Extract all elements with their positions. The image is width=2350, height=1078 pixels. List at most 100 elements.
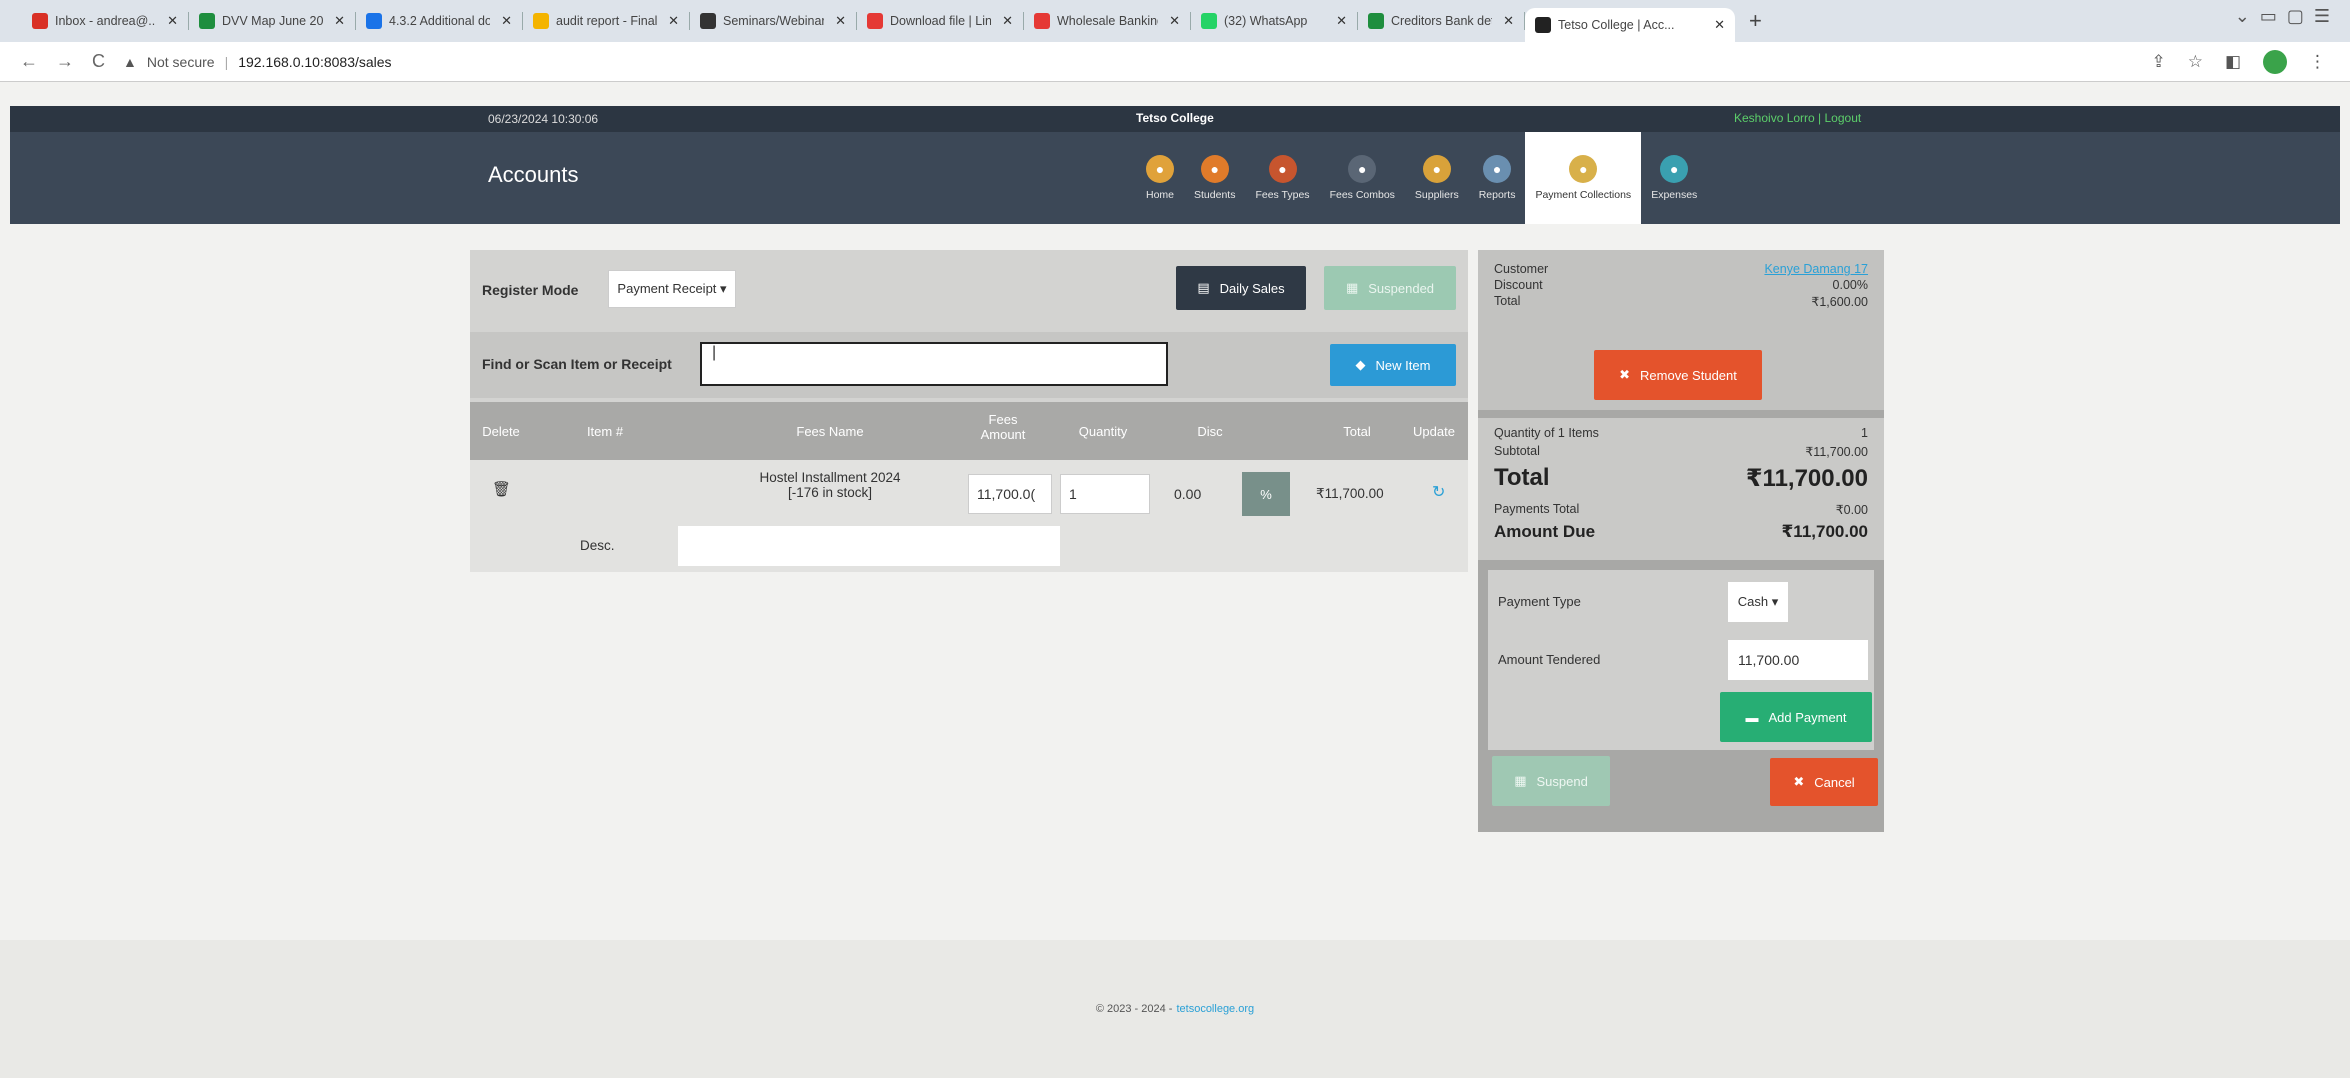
new-item-label: New Item (1375, 357, 1431, 373)
forward-icon[interactable]: → (56, 51, 74, 72)
menu-item-label: Fees Types (1255, 189, 1310, 201)
tab-close-icon[interactable]: ✕ (167, 13, 178, 29)
remove-student-button[interactable]: ✖ Remove Student (1594, 350, 1762, 400)
fees-types-icon: ● (1268, 155, 1297, 183)
add-payment-button[interactable]: ▬ Add Payment (1720, 692, 1872, 742)
maximize-icon[interactable]: ▢ (2287, 6, 2304, 27)
quantity-input[interactable]: 1 (1060, 474, 1150, 514)
refresh-update-icon[interactable]: ↻ (1432, 482, 1445, 502)
desc-label: Desc. (580, 538, 615, 553)
page-footer: © 2023 - 2024 - tetsocollege.org (0, 940, 2350, 1078)
menu-item-suppliers[interactable]: ● Suppliers (1405, 132, 1469, 224)
sidebar-toggle-icon[interactable]: ◧ (2225, 52, 2241, 72)
suspended-label: Suspended (1368, 280, 1435, 296)
students-icon: ● (1200, 155, 1229, 183)
sale-summary-panel: Customer Kenye Damang 17 Discount 0.00% … (1478, 250, 1884, 832)
browser-tab[interactable]: Wholesale Banking ✕ (1024, 4, 1190, 38)
fees-amount-input[interactable]: 11,700.0( (968, 474, 1052, 514)
delete-trash-icon[interactable]: 🗑 (492, 480, 511, 498)
tab-title: Tetso College | Acc... (1558, 18, 1675, 32)
register-mode-select[interactable]: Payment Receipt ▾ (608, 270, 736, 308)
column-header: Update (1413, 423, 1455, 439)
customer-section: Customer Kenye Damang 17 Discount 0.00% … (1478, 250, 1884, 410)
tab-title: Wholesale Banking (1057, 14, 1159, 28)
profile-avatar[interactable] (2263, 50, 2287, 74)
browser-tab-strip: Inbox - andrea@...✕DVV Map June 202...✕4… (0, 0, 2350, 42)
fees-combos-icon: ● (1348, 155, 1377, 183)
bookmark-star-icon[interactable]: ☆ (2188, 52, 2203, 72)
tab-close-icon[interactable]: ✕ (668, 13, 679, 29)
column-header: Total (1343, 423, 1371, 439)
description-input[interactable] (678, 526, 1060, 566)
tab-favicon-icon (199, 13, 215, 29)
menu-item-expenses[interactable]: ● Expenses (1641, 132, 1707, 224)
app-brand[interactable]: Accounts (488, 162, 579, 188)
tab-search-icon[interactable]: ⌄ (2235, 6, 2250, 27)
items-table-header: Delete Item # Fees Name Fees Amount Quan… (470, 402, 1468, 460)
totals-section: Quantity of 1 Items 1 Subtotal ₹11,700.0… (1478, 418, 1884, 560)
menu-item-label: Payment Collections (1535, 189, 1632, 201)
amount-tendered-input[interactable]: 11,700.00 (1728, 640, 1868, 680)
current-datetime: 06/23/2024 10:30:06 (488, 112, 599, 126)
browser-tab[interactable]: 4.3.2 Additional do... ✕ (356, 4, 522, 38)
customer-total-label: Total (1494, 294, 1521, 308)
share-icon[interactable]: ⇪ (2151, 52, 2165, 72)
grand-total-row: Total ₹11,700.00 (1494, 464, 1868, 493)
user-logout-link[interactable]: Keshoivo Lorro | Logout (1734, 111, 1861, 125)
discount-percent-toggle[interactable]: % (1242, 472, 1290, 516)
reports-icon: ● (1483, 155, 1512, 183)
warning-icon: ▲ (123, 53, 137, 70)
browser-tab[interactable]: audit report - Final ✕ (523, 4, 689, 38)
tab-close-icon[interactable]: ✕ (1714, 17, 1725, 33)
back-icon[interactable]: ← (20, 51, 38, 72)
browser-tab[interactable]: Inbox - andrea@... ✕ (22, 4, 188, 38)
subtotal-row: Subtotal ₹11,700.00 (1494, 444, 1868, 459)
menu-item-reports[interactable]: ● Reports (1469, 132, 1526, 224)
browser-tab[interactable]: (32) WhatsApp ✕ (1191, 4, 1357, 38)
suspend-button[interactable]: ▦ Suspend (1492, 756, 1610, 806)
menu-item-home[interactable]: ● Home (1136, 132, 1184, 224)
tab-favicon-icon (1201, 13, 1217, 29)
menu-item-fees-combos[interactable]: ● Fees Combos (1320, 132, 1405, 224)
find-item-input[interactable]: | (700, 342, 1168, 386)
customer-link[interactable]: Kenye Damang 17 (1764, 262, 1868, 276)
menu-item-payment-collections[interactable]: ● Payment Collections (1525, 132, 1642, 224)
find-item-label: Find or Scan Item or Receipt (482, 356, 672, 372)
column-header: Item # (586, 423, 624, 439)
new-tab-icon[interactable]: + (1749, 8, 1762, 34)
tab-close-icon[interactable]: ✕ (1169, 13, 1180, 29)
close-window-icon[interactable]: ☰ (2314, 6, 2330, 27)
website-link[interactable]: tetsocollege.org (1176, 1003, 1254, 1015)
discount-value: 0.00% (1832, 278, 1868, 292)
new-item-button[interactable]: ◆ New Item (1330, 344, 1456, 386)
reload-icon[interactable]: C (92, 51, 105, 72)
browser-menu-icon[interactable]: ⋮ (2309, 52, 2326, 72)
column-header: Disc (1197, 423, 1223, 439)
browser-tab[interactable]: Tetso College | Acc... ✕ (1525, 8, 1735, 42)
tab-close-icon[interactable]: ✕ (334, 13, 345, 29)
customer-row: Customer Kenye Damang 17 (1494, 262, 1868, 276)
amount-due-row: Amount Due ₹11,700.00 (1494, 522, 1868, 542)
menu-item-students[interactable]: ● Students (1184, 132, 1245, 224)
tab-close-icon[interactable]: ✕ (1503, 13, 1514, 29)
address-bar: ← → C ▲ Not secure | 192.168.0.10:8083/s… (0, 42, 2350, 82)
tab-close-icon[interactable]: ✕ (501, 13, 512, 29)
url-field[interactable]: ▲ Not secure | 192.168.0.10:8083/sales (123, 54, 392, 70)
remove-student-label: Remove Student (1640, 367, 1737, 383)
payment-type-select[interactable]: Cash ▾ (1728, 582, 1788, 622)
menu-item-fees-types[interactable]: ● Fees Types (1245, 132, 1319, 224)
browser-tab[interactable]: Download file | Lin... ✕ (857, 4, 1023, 38)
browser-tab[interactable]: DVV Map June 202... ✕ (189, 4, 355, 38)
cancel-button[interactable]: ✖ Cancel (1770, 758, 1878, 806)
discount-input[interactable]: 0.00 (1166, 474, 1236, 514)
browser-tab[interactable]: Seminars/Webinars ✕ (690, 4, 856, 38)
tab-close-icon[interactable]: ✕ (1336, 13, 1347, 29)
tab-favicon-icon (533, 13, 549, 29)
browser-tab[interactable]: Creditors Bank deta... ✕ (1358, 4, 1524, 38)
daily-sales-button[interactable]: ▤ Daily Sales (1176, 266, 1306, 310)
grand-total-value: ₹11,700.00 (1745, 465, 1868, 492)
suspended-button[interactable]: ▦ Suspended (1324, 266, 1456, 310)
tab-close-icon[interactable]: ✕ (1002, 13, 1013, 29)
minimize-icon[interactable]: ▭ (2260, 6, 2277, 27)
tab-close-icon[interactable]: ✕ (835, 13, 846, 29)
